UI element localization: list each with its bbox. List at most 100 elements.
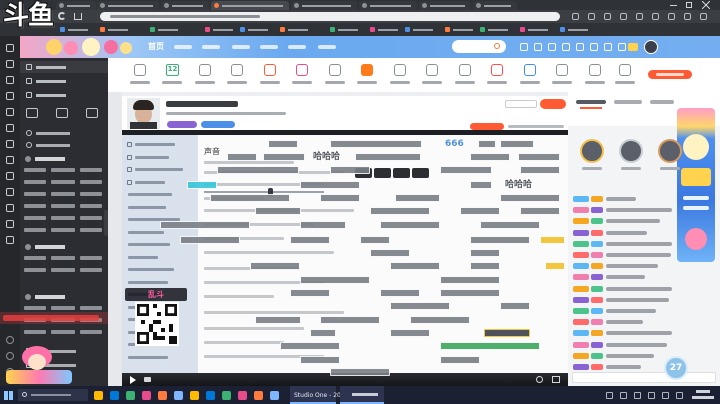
category-icon[interactable] [426, 64, 438, 76]
tab-fans[interactable] [614, 100, 642, 104]
taskbar-pinned-icon[interactable] [174, 391, 183, 400]
sidebar-icon[interactable] [6, 204, 14, 212]
taskbar-pinned-icon[interactable] [110, 391, 119, 400]
nav-category-link[interactable] [80, 180, 102, 184]
taskbar-pinned-icon[interactable] [94, 391, 103, 400]
sidebar-icon[interactable] [6, 44, 14, 52]
nav-category-link[interactable] [80, 192, 102, 196]
category-icon[interactable] [394, 64, 406, 76]
sidebar-icon[interactable] [6, 108, 14, 116]
nav-category-link[interactable] [51, 168, 75, 172]
nav-icon[interactable] [26, 92, 32, 98]
nav-category-link[interactable] [24, 268, 46, 272]
settings-nav-item[interactable] [135, 168, 183, 171]
settings-nav-item[interactable] [135, 155, 169, 159]
nav-link[interactable] [260, 45, 278, 49]
chat-input[interactable] [572, 372, 716, 383]
nav-link[interactable] [318, 45, 336, 49]
settings-icon[interactable] [536, 376, 543, 383]
taskbar-pinned-icon[interactable] [190, 391, 199, 400]
browser-tab[interactable] [359, 1, 417, 10]
settings-nav-item[interactable] [128, 230, 164, 234]
video-player[interactable]: 声音 乱斗 666 哈哈哈 哈哈哈 [122, 130, 568, 386]
streamer-avatar[interactable] [127, 98, 160, 129]
nav-category-link[interactable] [24, 192, 46, 196]
nav-category-link[interactable] [51, 330, 75, 334]
category-icon[interactable] [459, 64, 471, 76]
category-icon[interactable] [619, 64, 631, 76]
nav-icon[interactable] [26, 142, 32, 148]
toolbar-icon[interactable] [620, 13, 627, 20]
browser-tab[interactable] [56, 1, 96, 10]
settings-nav-item[interactable] [128, 243, 170, 246]
sidebar-icon[interactable] [6, 336, 14, 344]
bookmark-item[interactable] [150, 25, 182, 34]
bookmark-item[interactable] [520, 25, 552, 34]
nav-shortcut-icon[interactable] [26, 108, 38, 118]
tray-icon[interactable] [662, 392, 669, 399]
play-icon[interactable] [130, 376, 136, 384]
settings-nav-item[interactable] [135, 180, 165, 184]
maximize-icon[interactable] [686, 2, 692, 8]
bookmark-item[interactable] [405, 25, 437, 34]
nav-category-link[interactable] [51, 268, 75, 272]
search-input[interactable] [452, 40, 506, 53]
tag-pill[interactable] [201, 121, 235, 128]
nav-link[interactable] [288, 45, 306, 49]
taskbar-pinned-icon[interactable] [126, 391, 135, 400]
nav-category-link[interactable] [24, 330, 46, 334]
category-icon[interactable] [491, 64, 503, 76]
toolbar-icon[interactable] [572, 13, 579, 20]
tray-icon[interactable] [620, 392, 627, 399]
avatar[interactable] [644, 40, 658, 54]
volume-slider-track[interactable] [204, 191, 324, 193]
toolbar-button[interactable] [412, 168, 429, 178]
taskbar-pinned-icon[interactable] [206, 391, 215, 400]
browser-tab[interactable] [291, 1, 357, 10]
toolbar-icon[interactable] [588, 13, 595, 20]
rank-avatar[interactable] [658, 139, 682, 163]
header-icon[interactable] [604, 43, 612, 51]
sidebar-icon[interactable] [6, 172, 14, 180]
toolbar-icon[interactable] [684, 13, 691, 20]
sidebar-icon[interactable] [6, 236, 14, 244]
nav-category-link[interactable] [24, 228, 46, 232]
category-icon[interactable] [264, 64, 276, 76]
nav-category-link[interactable] [24, 256, 46, 260]
category-icon[interactable] [361, 64, 373, 76]
category-icon[interactable] [231, 64, 243, 76]
toolbar-icon[interactable] [636, 13, 643, 20]
nav-category-link[interactable] [51, 180, 75, 184]
tray-icon[interactable] [648, 392, 655, 399]
nav-category-link[interactable] [80, 168, 102, 172]
nav-link[interactable] [232, 45, 250, 49]
category-icon[interactable] [296, 64, 308, 76]
nav-category-link[interactable] [51, 306, 75, 310]
toolbar-button[interactable] [393, 168, 410, 178]
header-icon[interactable] [562, 43, 570, 51]
nav-link[interactable] [202, 45, 220, 49]
nav-category-link[interactable] [24, 306, 46, 310]
taskbar-pinned-icon[interactable] [270, 391, 279, 400]
sidebar-icon[interactable] [6, 76, 14, 84]
header-icon[interactable] [576, 43, 584, 51]
calendar-icon[interactable]: 12 [166, 64, 179, 76]
nav-category-link[interactable] [80, 256, 102, 260]
taskbar-search[interactable] [18, 389, 88, 401]
search-icon[interactable] [494, 43, 500, 49]
sidebar-icon[interactable] [6, 92, 14, 100]
browser-tab[interactable] [419, 1, 471, 10]
taskbar-pinned-icon[interactable] [254, 391, 263, 400]
settings-nav-item[interactable] [128, 268, 174, 271]
taskbar-pinned-icon[interactable] [158, 391, 167, 400]
header-icon[interactable] [534, 43, 542, 51]
nav-category-link[interactable] [51, 192, 75, 196]
windows-start-icon[interactable] [4, 391, 13, 400]
home-icon[interactable] [74, 13, 82, 20]
rank-avatar[interactable] [619, 139, 643, 163]
nav-category-link[interactable] [51, 216, 75, 220]
settings-nav-item[interactable] [128, 355, 168, 359]
bookmark-item[interactable] [240, 25, 272, 34]
tag-pill[interactable] [167, 121, 197, 128]
minimize-icon[interactable] [670, 5, 677, 6]
